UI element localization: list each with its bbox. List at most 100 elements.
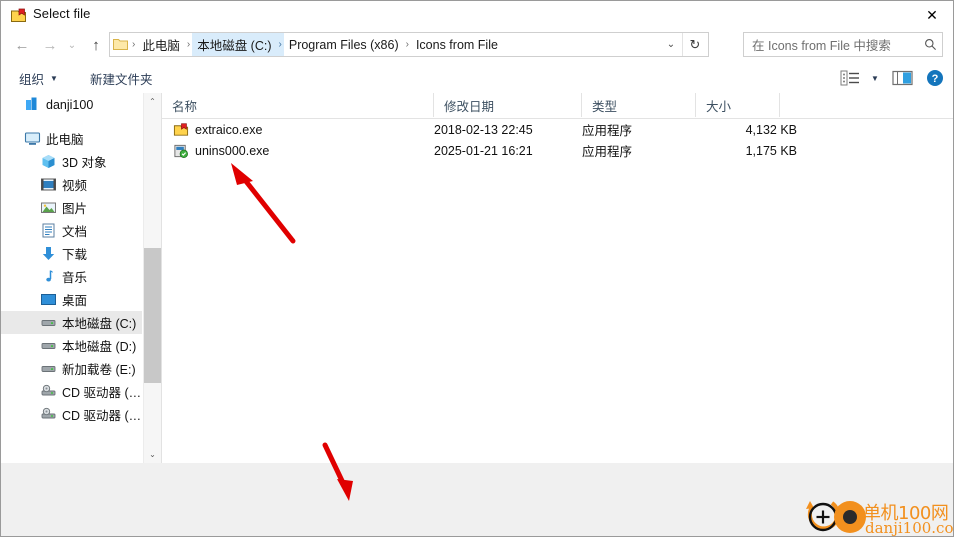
file-size-cell: 1,175 KB <box>745 143 797 158</box>
refresh-icon[interactable]: ↻ <box>682 33 707 56</box>
file-size-cell: 4,132 KB <box>745 122 797 137</box>
sidebar-item-label: 新加载卷 (E:) <box>62 363 136 377</box>
sidebar-item-label: 文档 <box>62 225 88 239</box>
column-header-date[interactable]: 修改日期 <box>433 93 581 117</box>
sidebar-item-label: 视频 <box>62 179 88 193</box>
breadcrumb-item-program-files[interactable]: Program Files (x86) <box>284 33 404 56</box>
sidebar-item-cd-drive-f[interactable]: CD 驱动器 (F:) <box>1 380 142 403</box>
scrollbar-thumb[interactable] <box>144 248 161 383</box>
uninstaller-icon <box>172 142 189 159</box>
svg-text:?: ? <box>932 73 939 85</box>
sidebar-item-label: danji100 <box>46 97 94 112</box>
breadcrumb-item-icons-from-file[interactable]: Icons from File <box>411 33 503 56</box>
up-icon[interactable]: ↑ <box>83 32 109 58</box>
downloads-icon <box>39 245 57 263</box>
onedrive-icon <box>23 96 41 114</box>
scroll-up-icon[interactable]: ⌃ <box>144 93 161 110</box>
breadcrumb-separator: › <box>405 39 409 50</box>
search-box[interactable]: 在 Icons from File 中搜索 <box>743 32 943 57</box>
chevron-down-icon[interactable]: ⌄ <box>660 33 682 56</box>
3d-objects-icon <box>39 153 57 171</box>
back-icon[interactable]: ← <box>9 32 35 58</box>
breadcrumb[interactable]: › 此电脑 › 本地磁盘 (C:) › Program Files (x86) … <box>109 32 709 57</box>
breadcrumb-separator: › <box>186 39 191 50</box>
recent-locations-icon[interactable]: ⌄ <box>63 32 81 58</box>
sidebar-item-label: 本地磁盘 (C:) <box>62 317 137 331</box>
file-type-cell: 应用程序 <box>582 145 633 159</box>
drive-icon <box>39 337 57 355</box>
column-header-type[interactable]: 类型 <box>581 93 695 117</box>
sidebar-item-label: CD 驱动器 (F:) <box>62 386 142 400</box>
app-icon <box>10 7 27 24</box>
sidebar-item-label: CD 驱动器 (Z:) <box>62 409 142 423</box>
sidebar-item-3d-objects[interactable]: 3D 对象 <box>1 150 142 173</box>
file-name-label: extraico.exe <box>195 122 263 137</box>
sidebar-item-new-volume-e[interactable]: 新加载卷 (E:) <box>1 357 142 380</box>
drive-icon <box>39 314 57 332</box>
chevron-down-icon: ▼ <box>50 73 58 83</box>
videos-icon <box>39 176 57 194</box>
window-title: Select file <box>33 6 91 21</box>
breadcrumb-separator: › <box>276 33 284 56</box>
sidebar-item-videos[interactable]: 视频 <box>1 173 142 196</box>
content-area: danji100 此电脑 3D 对象 视频 图片 文档 下载 音乐 桌面 本地磁… <box>1 93 953 463</box>
sidebar-item-label: 此电脑 <box>46 133 84 147</box>
column-header-extra[interactable] <box>779 93 859 117</box>
music-icon <box>39 268 57 286</box>
search-input[interactable]: 在 Icons from File 中搜索 <box>744 35 918 54</box>
new-folder-button[interactable]: 新建文件夹 <box>84 67 159 89</box>
sidebar-item-pictures[interactable]: 图片 <box>1 196 142 219</box>
sidebar-item-label: 桌面 <box>62 294 88 308</box>
sidebar-item-downloads[interactable]: 下载 <box>1 242 142 265</box>
cd-drive-icon <box>39 406 57 424</box>
column-header-name[interactable]: 名称 <box>162 93 433 117</box>
navigation-tree: danji100 此电脑 3D 对象 视频 图片 文档 下载 音乐 桌面 本地磁… <box>1 93 142 463</box>
sidebar-item-label: 3D 对象 <box>62 156 107 170</box>
sidebar-item-label: 下载 <box>62 248 88 262</box>
file-list: 名称 修改日期 类型 大小 extraico.exe 2018-02-13 22… <box>162 93 953 463</box>
breadcrumb-item-this-pc[interactable]: 此电脑 <box>137 33 185 56</box>
sidebar-item-local-disk-c[interactable]: 本地磁盘 (C:) <box>1 311 142 334</box>
column-headers: 名称 修改日期 类型 大小 <box>162 93 953 119</box>
table-row[interactable]: unins000.exe 2025-01-21 16:21 应用程序 1,175… <box>162 140 953 161</box>
file-name-cell: unins000.exe <box>172 140 269 161</box>
sidebar-item-danji100[interactable]: danji100 <box>1 93 142 116</box>
file-type-cell: 应用程序 <box>582 124 633 138</box>
sidebar-item-this-pc[interactable]: 此电脑 <box>1 127 142 150</box>
drive-icon <box>39 360 57 378</box>
breadcrumb-separator: › <box>132 39 136 50</box>
documents-icon <box>39 222 57 240</box>
this-pc-icon <box>23 130 41 148</box>
file-rows: extraico.exe 2018-02-13 22:45 应用程序 4,132… <box>162 119 953 161</box>
sidebar-item-label: 本地磁盘 (D:) <box>62 340 137 354</box>
navigation-bar: ← → ⌄ ↑ › 此电脑 › 本地磁盘 (C:) › Program File… <box>1 30 953 60</box>
table-row[interactable]: extraico.exe 2018-02-13 22:45 应用程序 4,132… <box>162 119 953 140</box>
sidebar-item-desktop[interactable]: 桌面 <box>1 288 142 311</box>
help-icon[interactable]: ? <box>916 66 953 90</box>
dialog-footer: 文件名(N): e\unins000.exe ⌄ Executable file… <box>1 463 953 536</box>
pane-divider <box>161 93 162 463</box>
tree-scrollbar[interactable]: ⌃ ⌄ <box>143 93 161 463</box>
close-icon[interactable]: ✕ <box>909 1 953 29</box>
column-header-size[interactable]: 大小 <box>695 93 779 117</box>
breadcrumb-item-local-disk-c[interactable]: 本地磁盘 (C:) <box>192 33 277 56</box>
sidebar-item-cd-drive-z[interactable]: CD 驱动器 (Z:) <box>1 403 142 426</box>
desktop-icon <box>39 291 57 309</box>
file-date-cell: 2025-01-21 16:21 <box>434 143 533 158</box>
forward-icon[interactable]: → <box>37 32 63 58</box>
select-file-dialog: Select file ✕ ← → ⌄ ↑ › 此电脑 › 本地磁盘 (C:) … <box>0 0 954 537</box>
sidebar-item-local-disk-d[interactable]: 本地磁盘 (D:) <box>1 334 142 357</box>
file-name-label: unins000.exe <box>195 143 270 158</box>
title-bar: Select file ✕ <box>1 1 953 29</box>
sidebar-item-label: 图片 <box>62 202 88 216</box>
scroll-down-icon[interactable]: ⌄ <box>144 446 161 463</box>
sidebar-item-music[interactable]: 音乐 <box>1 265 142 288</box>
sidebar-item-documents[interactable]: 文档 <box>1 219 142 242</box>
file-date-cell: 2018-02-13 22:45 <box>434 122 533 137</box>
folder-icon <box>110 32 130 57</box>
organize-label: 组织 <box>19 72 45 87</box>
organize-button[interactable]: 组织 ▼ <box>13 67 64 89</box>
toolbar: 组织 ▼ 新建文件夹 ▼ ? <box>1 63 953 93</box>
cd-drive-icon <box>39 383 57 401</box>
sidebar-item-label: 音乐 <box>62 271 88 285</box>
